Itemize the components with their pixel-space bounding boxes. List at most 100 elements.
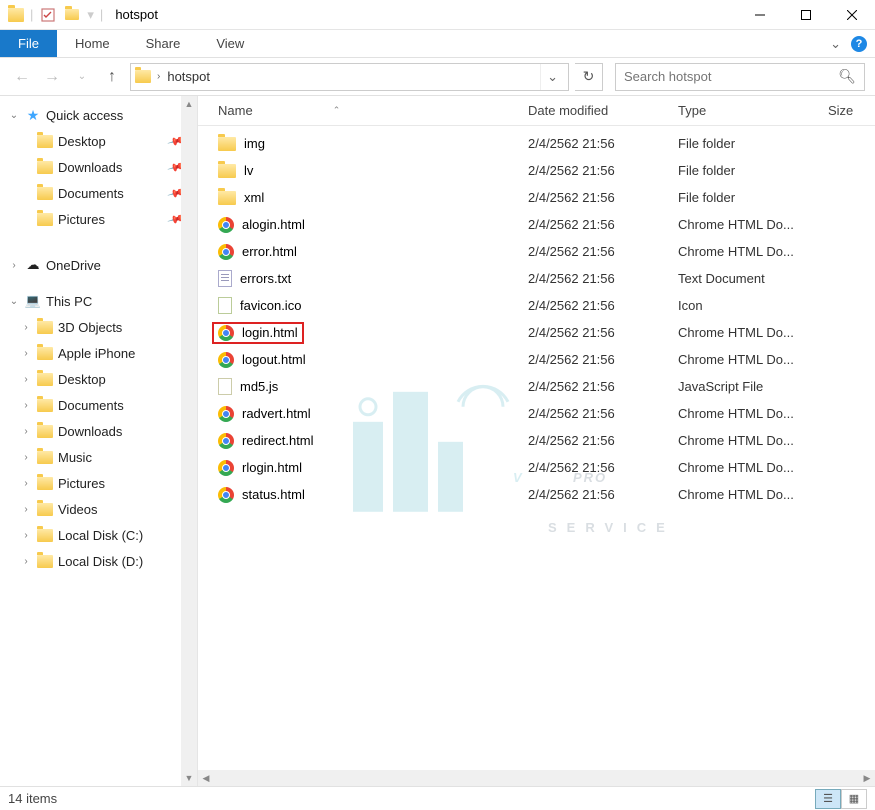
sidebar-label: Videos bbox=[58, 502, 98, 517]
column-header-size[interactable]: Size bbox=[828, 103, 875, 118]
file-type: Text Document bbox=[678, 271, 828, 286]
file-name: logout.html bbox=[242, 352, 306, 367]
column-header-type[interactable]: Type bbox=[678, 103, 828, 118]
file-type: JavaScript File bbox=[678, 379, 828, 394]
sidebar-label: Pictures bbox=[58, 212, 105, 227]
sidebar-label: 3D Objects bbox=[58, 320, 122, 335]
sidebar-item-quick[interactable]: Pictures📌 bbox=[0, 206, 197, 232]
file-row[interactable]: rlogin.html2/4/2562 21:56Chrome HTML Do.… bbox=[198, 454, 875, 481]
sidebar-item-pc[interactable]: › Videos bbox=[0, 496, 197, 522]
chevron-right-icon: › bbox=[20, 348, 32, 359]
back-button[interactable]: ← bbox=[10, 65, 34, 89]
recent-dropdown-icon[interactable]: ⌄ bbox=[70, 65, 94, 89]
sidebar-item-pc[interactable]: ›Pictures bbox=[0, 470, 197, 496]
file-row[interactable]: xml2/4/2562 21:56File folder bbox=[198, 184, 875, 211]
js-icon bbox=[218, 378, 232, 395]
sidebar-item-pc[interactable]: ›Documents bbox=[0, 392, 197, 418]
tab-home[interactable]: Home bbox=[57, 30, 128, 57]
ribbon-collapse-icon[interactable]: ⌄ bbox=[830, 36, 841, 52]
forward-button[interactable]: → bbox=[40, 65, 64, 89]
column-headers: Name⌃ Date modified Type Size bbox=[198, 96, 875, 126]
file-list: V PRO SERVICE Name⌃ Date modified Type S… bbox=[198, 96, 875, 786]
file-type: Icon bbox=[678, 298, 828, 313]
chevron-right-icon[interactable]: › bbox=[157, 71, 160, 82]
tab-view[interactable]: View bbox=[198, 30, 262, 57]
sidebar-item-onedrive[interactable]: › ☁ OneDrive bbox=[0, 252, 197, 278]
folder-icon bbox=[218, 191, 236, 205]
file-date: 2/4/2562 21:56 bbox=[528, 433, 678, 448]
file-row[interactable]: lv2/4/2562 21:56File folder bbox=[198, 157, 875, 184]
sidebar-item-quick[interactable]: Desktop📌 bbox=[0, 128, 197, 154]
folder-icon bbox=[37, 347, 53, 360]
sidebar-item-pc[interactable]: ›Downloads bbox=[0, 418, 197, 444]
icons-view-button[interactable]: ▦ bbox=[841, 789, 867, 809]
horizontal-scrollbar[interactable]: ◀ ▶ bbox=[198, 770, 875, 786]
file-row[interactable]: img2/4/2562 21:56File folder bbox=[198, 130, 875, 157]
chevron-right-icon: › bbox=[20, 504, 32, 515]
file-row[interactable]: favicon.ico2/4/2562 21:56Icon bbox=[198, 292, 875, 319]
file-date: 2/4/2562 21:56 bbox=[528, 379, 678, 394]
chevron-right-icon: › bbox=[20, 530, 32, 541]
sidebar-item-this-pc[interactable]: ⌄ 💻 This PC bbox=[0, 288, 197, 314]
sidebar-item-pc[interactable]: › Local Disk (C:) bbox=[0, 522, 197, 548]
status-bar: 14 items ☰ ▦ bbox=[0, 786, 875, 810]
highlight-box: login.html bbox=[212, 322, 304, 344]
chrome-icon bbox=[218, 325, 234, 341]
sidebar-item-pc[interactable]: ›3D Objects bbox=[0, 314, 197, 340]
item-count: 14 items bbox=[8, 791, 57, 806]
chevron-right-icon: › bbox=[20, 400, 32, 411]
qat-properties-icon[interactable] bbox=[39, 6, 57, 24]
sidebar-item-pc[interactable]: ›Apple iPhone bbox=[0, 340, 197, 366]
file-type: Chrome HTML Do... bbox=[678, 352, 828, 367]
file-date: 2/4/2562 21:56 bbox=[528, 217, 678, 232]
sidebar-item-quick[interactable]: Documents📌 bbox=[0, 180, 197, 206]
search-box[interactable]: 🔍︎ bbox=[615, 63, 865, 91]
qat-newfolder-icon[interactable] bbox=[63, 6, 81, 24]
sidebar-item-pc[interactable]: ›Desktop bbox=[0, 366, 197, 392]
window-icon[interactable] bbox=[8, 8, 24, 22]
file-tab[interactable]: File bbox=[0, 30, 57, 57]
maximize-button[interactable] bbox=[783, 0, 829, 30]
chevron-right-icon: › bbox=[20, 452, 32, 463]
minimize-button[interactable] bbox=[737, 0, 783, 30]
sidebar-label: Documents bbox=[58, 186, 124, 201]
sidebar-label: Quick access bbox=[46, 108, 123, 123]
sidebar-label: Downloads bbox=[58, 424, 122, 439]
file-row[interactable]: alogin.html2/4/2562 21:56Chrome HTML Do.… bbox=[198, 211, 875, 238]
sidebar-item-pc[interactable]: ›Music bbox=[0, 444, 197, 470]
scroll-up-icon: ▲ bbox=[181, 96, 197, 112]
file-row[interactable]: login.html2/4/2562 21:56Chrome HTML Do..… bbox=[198, 319, 875, 346]
file-row[interactable]: logout.html2/4/2562 21:56Chrome HTML Do.… bbox=[198, 346, 875, 373]
file-date: 2/4/2562 21:56 bbox=[528, 325, 678, 340]
navigation-bar: ← → ⌄ ↑ › hotspot ⌄ ↻ 🔍︎ bbox=[0, 58, 875, 96]
file-date: 2/4/2562 21:56 bbox=[528, 163, 678, 178]
tab-share[interactable]: Share bbox=[128, 30, 199, 57]
file-row[interactable]: radvert.html2/4/2562 21:56Chrome HTML Do… bbox=[198, 400, 875, 427]
address-dropdown-icon[interactable]: ⌄ bbox=[540, 64, 564, 90]
breadcrumb[interactable]: hotspot bbox=[164, 69, 213, 84]
help-icon[interactable]: ? bbox=[851, 36, 867, 52]
file-row[interactable]: redirect.html2/4/2562 21:56Chrome HTML D… bbox=[198, 427, 875, 454]
sidebar-label: Local Disk (C:) bbox=[58, 528, 143, 543]
sidebar-item-quick-access[interactable]: ⌄ ★ Quick access bbox=[0, 102, 197, 128]
details-view-button[interactable]: ☰ bbox=[815, 789, 841, 809]
column-header-date[interactable]: Date modified bbox=[528, 103, 678, 118]
up-button[interactable]: ↑ bbox=[100, 65, 124, 89]
sidebar-item-quick[interactable]: Downloads📌 bbox=[0, 154, 197, 180]
file-row[interactable]: status.html2/4/2562 21:56Chrome HTML Do.… bbox=[198, 481, 875, 508]
file-name: errors.txt bbox=[240, 271, 291, 286]
sidebar-item-pc[interactable]: ›Local Disk (D:) bbox=[0, 548, 197, 574]
close-button[interactable] bbox=[829, 0, 875, 30]
ico-icon bbox=[218, 297, 232, 314]
chevron-right-icon: › bbox=[20, 478, 32, 489]
file-row[interactable]: md5.js2/4/2562 21:56JavaScript File bbox=[198, 373, 875, 400]
column-header-name[interactable]: Name⌃ bbox=[218, 103, 528, 118]
refresh-button[interactable]: ↻ bbox=[575, 63, 603, 91]
file-row[interactable]: errors.txt2/4/2562 21:56Text Document bbox=[198, 265, 875, 292]
sidebar-scrollbar[interactable]: ▲ ▼ bbox=[181, 96, 197, 786]
chevron-down-icon: ⌄ bbox=[8, 296, 20, 307]
search-icon[interactable]: 🔍︎ bbox=[838, 68, 856, 85]
address-bar[interactable]: › hotspot ⌄ bbox=[130, 63, 569, 91]
file-row[interactable]: error.html2/4/2562 21:56Chrome HTML Do..… bbox=[198, 238, 875, 265]
search-input[interactable] bbox=[624, 69, 838, 84]
